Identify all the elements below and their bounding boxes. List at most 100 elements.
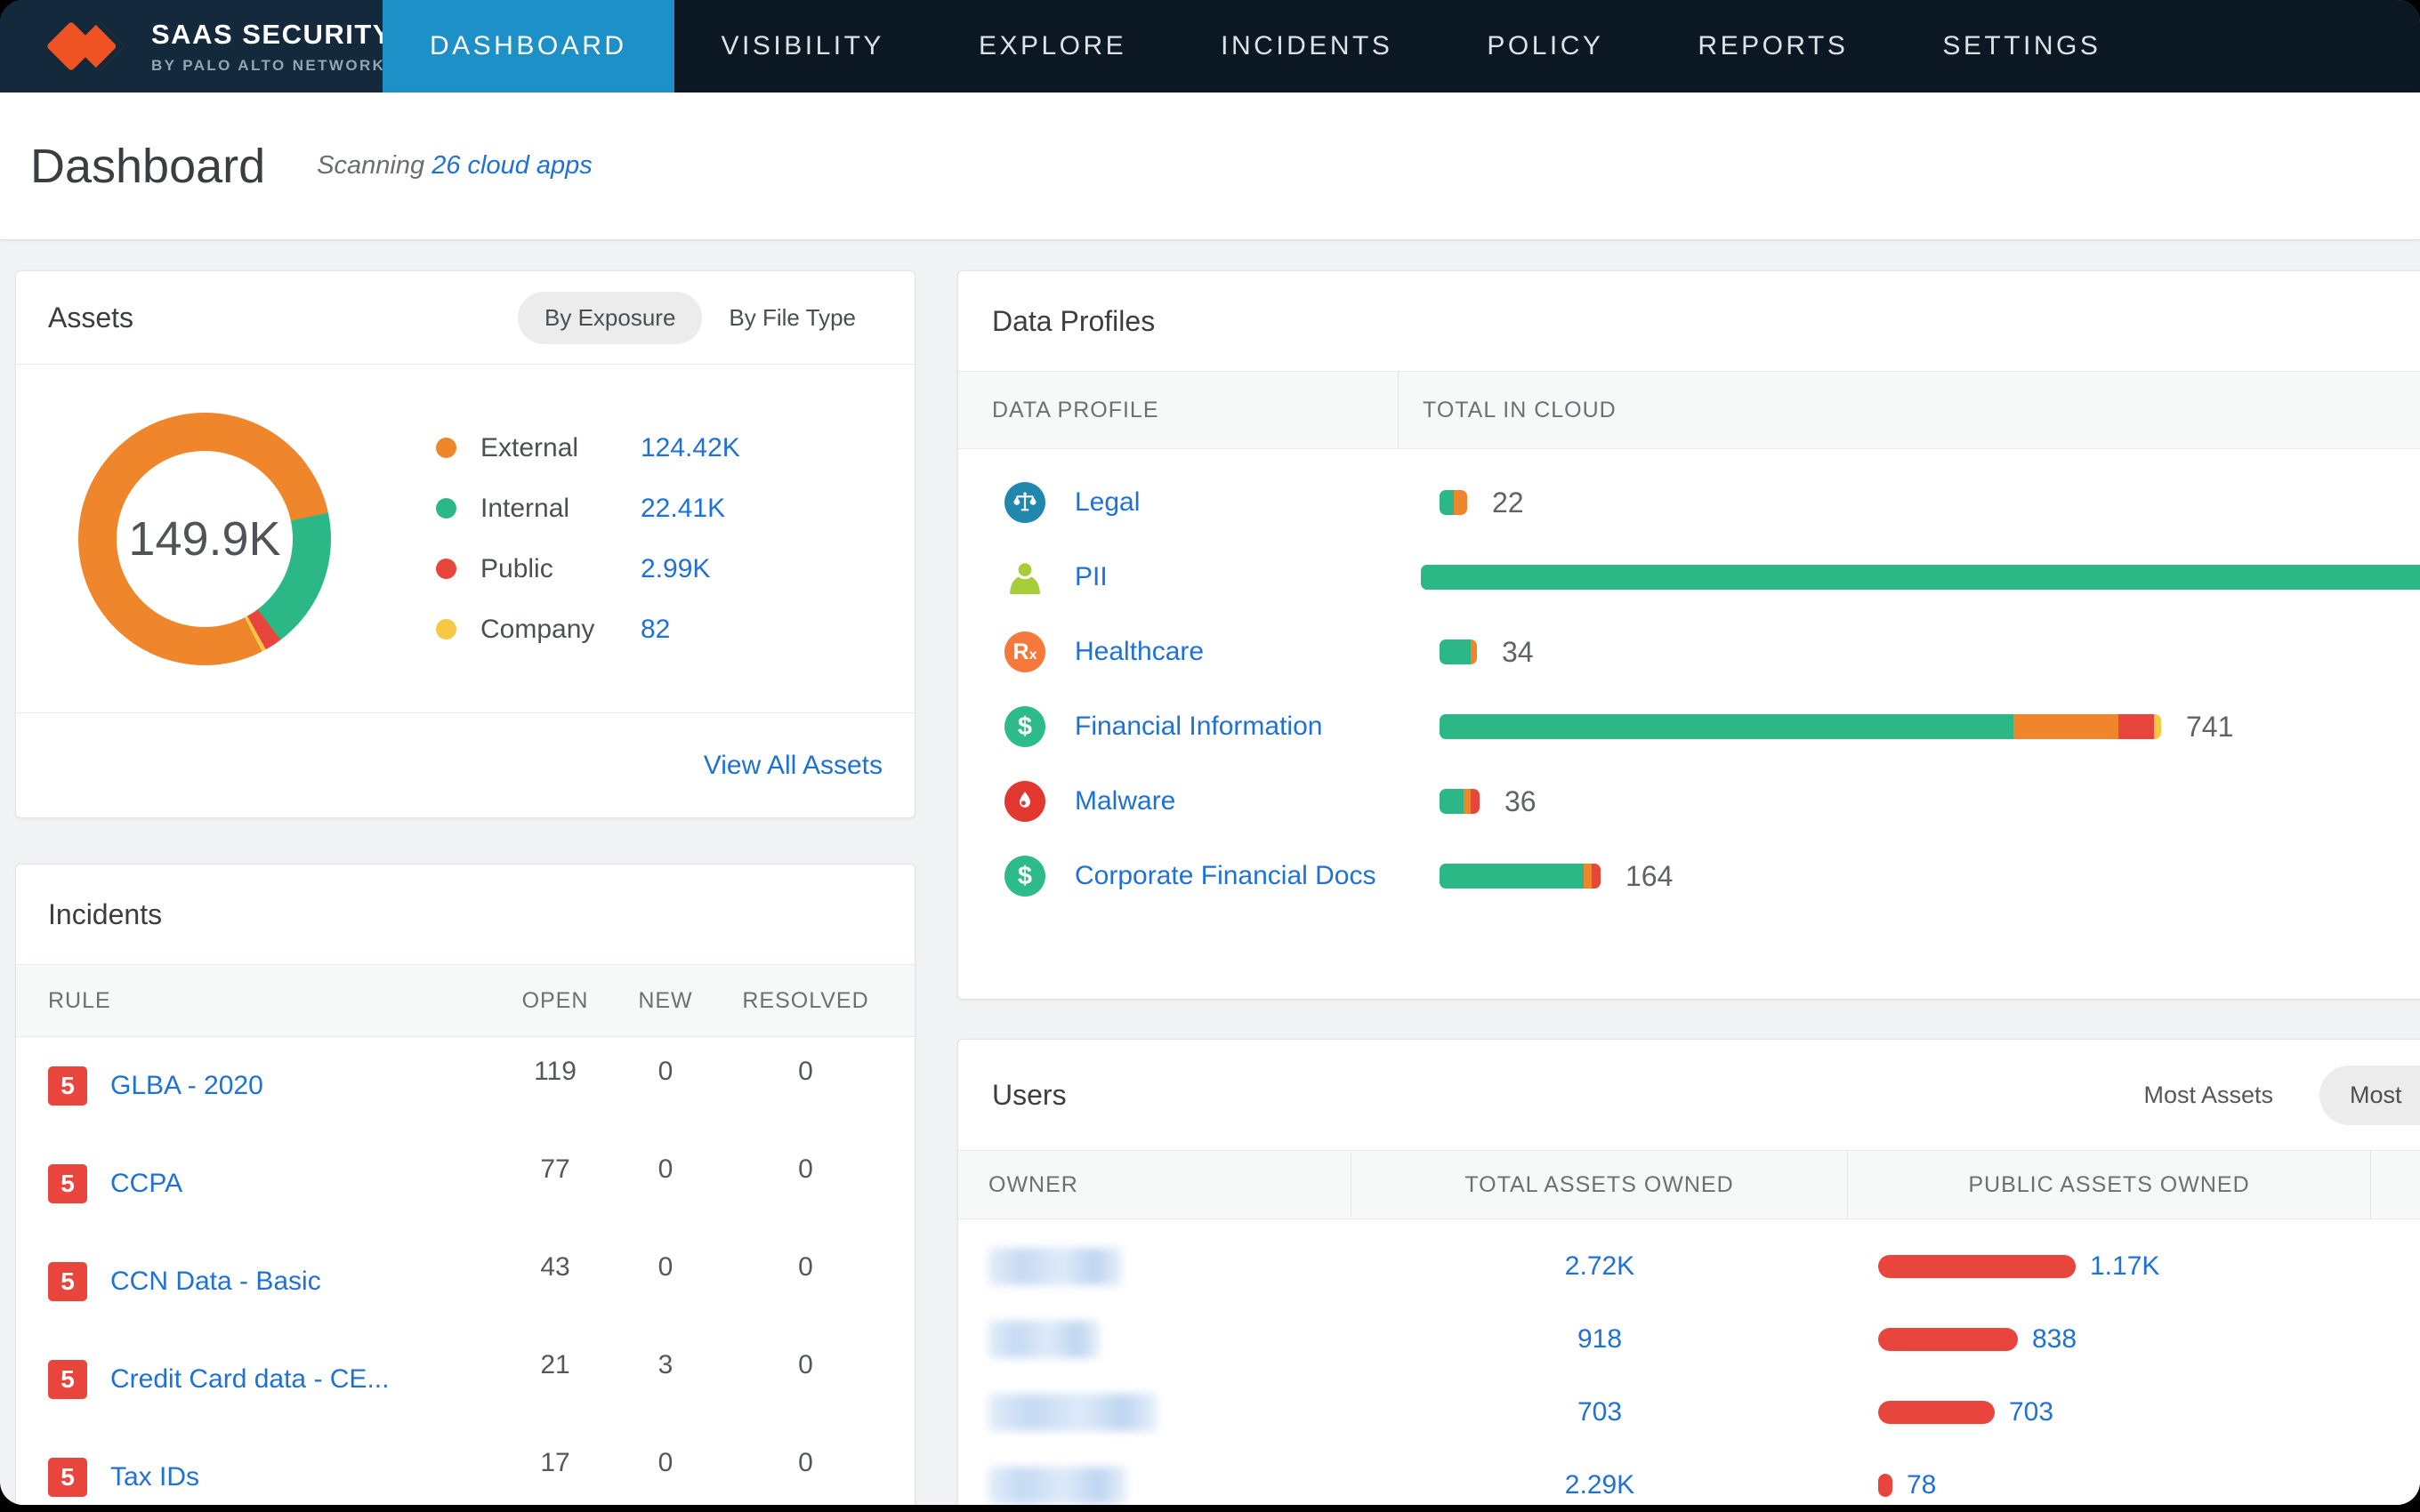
incidents-card: Incidents RULE OPEN NEW RESOLVED 5 GLBA … <box>15 864 916 1505</box>
incident-rule-link[interactable]: GLBA - 2020 <box>110 1071 263 1101</box>
by-exposure-toggle[interactable]: By Exposure <box>518 292 702 344</box>
legend-label: External <box>480 433 641 463</box>
public-assets-link[interactable]: 1.17K <box>2090 1251 2159 1282</box>
profile-bar <box>1440 864 1601 889</box>
open-count: 77 <box>503 1154 608 1185</box>
new-count: 0 <box>608 1448 723 1478</box>
incident-row: 5 GLBA - 2020 119 0 0 <box>16 1037 915 1135</box>
resolved-count: 0 <box>723 1252 888 1283</box>
public-assets-bar <box>1878 1401 1995 1424</box>
col-resolved: RESOLVED <box>723 988 888 1014</box>
legend-value-link[interactable]: 124.42K <box>641 433 740 463</box>
legend-value-link[interactable]: 2.99K <box>641 554 710 584</box>
data-profile-link[interactable]: PII <box>1075 562 1108 591</box>
top-nav: SAAS SECURITY BY PALO ALTO NETWORKS DASH… <box>0 0 2420 92</box>
external-dot-icon <box>436 438 456 458</box>
new-count: 3 <box>608 1350 723 1380</box>
legend-row-public: Public 2.99K <box>436 554 740 584</box>
public-assets-bar <box>1878 1474 1892 1497</box>
col-open: OPEN <box>503 988 608 1014</box>
by-file-type-toggle[interactable]: By File Type <box>702 292 883 344</box>
assets-card: Assets By Exposure By File Type 149.9K E… <box>15 270 916 818</box>
severity-badge: 5 <box>48 1066 87 1106</box>
user-row: 918 838 <box>958 1303 2420 1376</box>
col-rule: RULE <box>43 988 503 1014</box>
nav-tab-incidents[interactable]: INCIDENTS <box>1174 0 1440 92</box>
severity-badge: 5 <box>48 1164 87 1203</box>
incident-rule-link[interactable]: Tax IDs <box>110 1462 199 1492</box>
total-assets-link[interactable]: 2.29K <box>1565 1470 1634 1500</box>
data-profile-link[interactable]: Corporate Financial Docs <box>1075 861 1375 890</box>
col-total-in-cloud: TOTAL IN CLOUD <box>1399 398 1617 423</box>
col-data-profile: DATA PROFILE <box>958 372 1399 448</box>
saas-security-dashboard: SAAS SECURITY BY PALO ALTO NETWORKS DASH… <box>0 0 2420 1505</box>
cloud-apps-link[interactable]: 26 cloud apps <box>432 151 593 180</box>
assets-legend: External 124.42K Internal 22.41K Public … <box>436 433 740 645</box>
total-assets-link[interactable]: 2.72K <box>1565 1251 1634 1281</box>
owner-redacted <box>988 1321 1100 1358</box>
nav-tab-visibility[interactable]: VISIBILITY <box>674 0 932 92</box>
profile-value: 36 <box>1504 785 1537 818</box>
data-profile-link[interactable]: Legal <box>1075 487 1140 517</box>
total-assets-link[interactable]: 703 <box>1577 1397 1622 1427</box>
nav-tab-settings[interactable]: SETTINGS <box>1895 0 2148 92</box>
open-count: 21 <box>503 1350 608 1380</box>
col-total-assets-owned: TOTAL ASSETS OWNED <box>1351 1151 1848 1218</box>
company-dot-icon <box>436 619 456 639</box>
data-profile-row: Legal 22 <box>958 465 2420 540</box>
incidents-column-header: RULE OPEN NEW RESOLVED <box>16 964 915 1037</box>
data-profiles-card: Data Profiles DATA PROFILE TOTAL IN CLOU… <box>957 270 2420 1000</box>
severity-badge: 5 <box>48 1458 87 1497</box>
incident-row: 5 Tax IDs 17 0 0 <box>16 1428 915 1505</box>
most-public-assets-toggle[interactable]: Most <box>2319 1066 2420 1125</box>
users-card: Users Most Assets Most OWNER TOTAL ASSET… <box>957 1039 2420 1505</box>
users-title: Users <box>992 1079 1067 1112</box>
profile-value: 22 <box>1492 487 1524 519</box>
incident-row: 5 Credit Card data - CE... 21 3 0 <box>16 1331 915 1428</box>
profile-bar <box>1440 789 1480 814</box>
resolved-count: 0 <box>723 1350 888 1380</box>
total-assets-link[interactable]: 918 <box>1577 1324 1622 1354</box>
legend-label: Internal <box>480 494 641 524</box>
pii-icon <box>1004 557 1045 598</box>
legal-icon <box>1004 482 1045 523</box>
assets-title: Assets <box>48 302 133 334</box>
brand-title: SAAS SECURITY <box>151 19 398 51</box>
resolved-count: 0 <box>723 1448 888 1478</box>
brand[interactable]: SAAS SECURITY BY PALO ALTO NETWORKS <box>0 0 383 92</box>
open-count: 17 <box>503 1448 608 1478</box>
assets-donut-chart[interactable]: 149.9K <box>78 413 331 665</box>
owner-redacted <box>988 1467 1126 1504</box>
most-assets-toggle[interactable]: Most Assets <box>2143 1082 2273 1109</box>
public-assets-link[interactable]: 838 <box>2032 1324 2077 1355</box>
resolved-count: 0 <box>723 1057 888 1087</box>
nav-tab-dashboard[interactable]: DASHBOARD <box>383 0 674 92</box>
legend-value-link[interactable]: 22.41K <box>641 494 725 524</box>
data-profile-link[interactable]: Healthcare <box>1075 637 1204 666</box>
nav-tab-policy[interactable]: POLICY <box>1440 0 1650 92</box>
financial-icon: $ <box>1004 706 1045 747</box>
users-column-header: OWNER TOTAL ASSETS OWNED PUBLIC ASSETS O… <box>958 1150 2420 1219</box>
palo-alto-logo-icon <box>48 12 130 80</box>
public-assets-link[interactable]: 78 <box>1907 1470 1936 1500</box>
data-profile-link[interactable]: Financial Information <box>1075 712 1322 741</box>
nav-tab-explore[interactable]: EXPLORE <box>932 0 1174 92</box>
assets-total: 149.9K <box>128 511 280 567</box>
owner-redacted <box>988 1394 1158 1431</box>
incident-rule-link[interactable]: Credit Card data - CE... <box>110 1364 389 1395</box>
view-all-assets-link[interactable]: View All Assets <box>704 751 883 781</box>
legend-value-link[interactable]: 82 <box>641 615 670 645</box>
profile-bar <box>1440 490 1467 515</box>
incident-rule-link[interactable]: CCN Data - Basic <box>110 1267 321 1297</box>
page-header: Dashboard Scanning 26 cloud apps <box>0 92 2420 239</box>
scanning-prefix: Scanning <box>317 151 424 180</box>
new-count: 0 <box>608 1154 723 1185</box>
nav-tab-reports[interactable]: REPORTS <box>1650 0 1895 92</box>
page-title: Dashboard <box>30 139 265 194</box>
profile-bar <box>1440 714 2161 739</box>
public-assets-link[interactable]: 703 <box>2009 1397 2053 1428</box>
col-new: NEW <box>608 988 723 1014</box>
public-assets-bar <box>1878 1328 2018 1351</box>
data-profile-link[interactable]: Malware <box>1075 786 1175 816</box>
incident-rule-link[interactable]: CCPA <box>110 1169 182 1199</box>
